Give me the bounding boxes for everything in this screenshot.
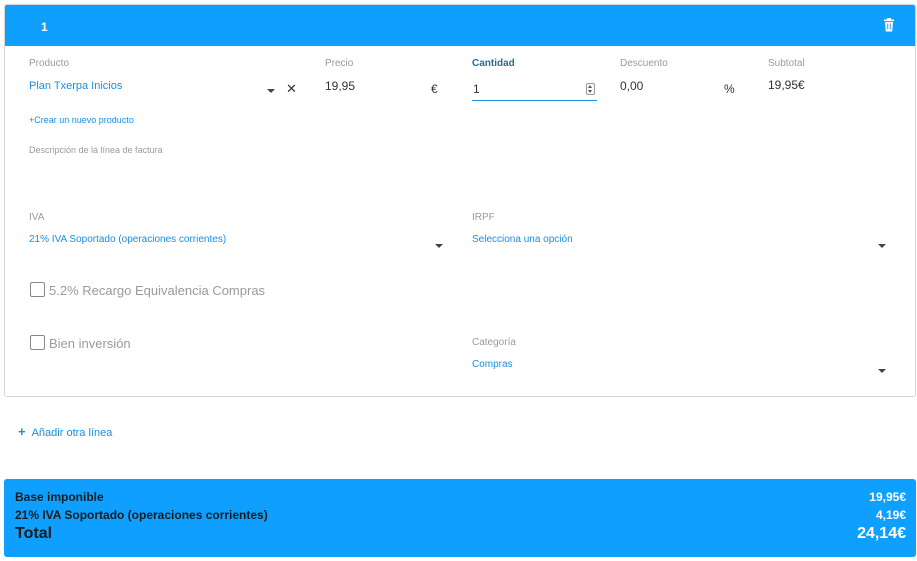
total-row: Total 24,14€	[15, 525, 906, 543]
base-imponible-label: Base imponible	[15, 490, 104, 504]
category-label: Categoría	[472, 337, 516, 348]
iva-label: IVA	[29, 212, 45, 223]
iva-total-row: 21% IVA Soportado (operaciones corriente…	[15, 508, 906, 522]
iva-total-value: 4,19€	[875, 508, 906, 522]
base-imponible-value: 19,95€	[869, 490, 906, 504]
invoice-line-card: 1 Producto Plan Txerpa Inicios ✕ Precio …	[4, 4, 916, 397]
quantity-label: Cantidad	[472, 58, 515, 69]
chevron-down-icon[interactable]	[878, 369, 886, 373]
percent-unit: %	[724, 82, 735, 96]
bien-inversion-checkbox[interactable]	[30, 335, 45, 350]
quantity-stepper[interactable]	[586, 83, 595, 95]
chevron-down-icon[interactable]	[878, 244, 886, 248]
iva-total-label: 21% IVA Soportado (operaciones corriente…	[15, 508, 268, 522]
subtotal-value: 19,95€	[768, 78, 805, 92]
trash-icon[interactable]	[883, 18, 895, 32]
close-icon[interactable]: ✕	[286, 82, 297, 95]
irpf-select[interactable]: Selecciona una opción	[472, 234, 573, 245]
price-label: Precio	[325, 58, 354, 69]
recargo-checkbox[interactable]	[30, 282, 45, 297]
chevron-down-icon[interactable]	[435, 244, 443, 248]
price-input[interactable]: 19,95	[325, 79, 355, 93]
base-imponible-row: Base imponible 19,95€	[15, 490, 906, 504]
add-line-label: Añadir otra línea	[31, 427, 113, 439]
create-product-link[interactable]: +Crear un nuevo producto	[29, 115, 134, 125]
product-select[interactable]: Plan Txerpa Inicios	[29, 80, 122, 92]
plus-icon: +	[18, 424, 26, 439]
chevron-down-icon[interactable]	[267, 89, 275, 93]
currency-unit: €	[431, 82, 438, 96]
discount-input[interactable]: 0,00	[620, 79, 643, 93]
product-label: Producto	[29, 58, 70, 69]
total-value: 24,14€	[857, 525, 906, 542]
recargo-label: 5.2% Recargo Equivalencia Compras	[49, 283, 266, 298]
discount-label: Descuento	[620, 58, 668, 69]
total-label: Total	[15, 525, 53, 542]
add-line-button[interactable]: + Añadir otra línea	[18, 424, 112, 439]
quantity-input[interactable]	[472, 77, 597, 101]
iva-select[interactable]: 21% IVA Soportado (operaciones corriente…	[29, 234, 226, 245]
description-field[interactable]: Descripción de la línea de factura	[29, 145, 163, 155]
category-select[interactable]: Compras	[472, 359, 513, 370]
totals-panel: Base imponible 19,95€ 21% IVA Soportado …	[4, 479, 916, 557]
line-number: 1	[41, 20, 48, 34]
line-header: 1	[5, 5, 915, 46]
irpf-label: IRPF	[472, 212, 495, 223]
bien-inversion-label: Bien inversión	[49, 336, 131, 351]
subtotal-label: Subtotal	[768, 58, 805, 69]
